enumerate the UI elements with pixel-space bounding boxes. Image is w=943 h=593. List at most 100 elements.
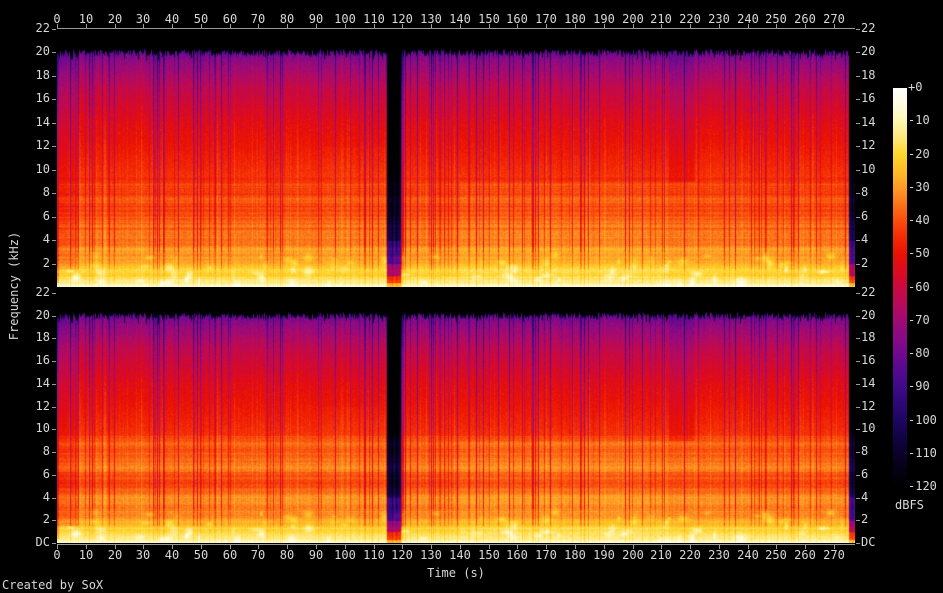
colorbar-tick-label: -10	[908, 113, 930, 127]
freq-tick-right	[856, 452, 860, 453]
colorbar-tick-label: -90	[908, 379, 930, 393]
time-tick-label: 10	[78, 12, 94, 26]
freq-tick-left	[52, 338, 56, 339]
colorbar-tick-label: -120	[908, 479, 937, 493]
freq-tick-right	[856, 76, 860, 77]
time-tick-label: 120	[391, 12, 413, 26]
freq-tick-right	[856, 407, 860, 408]
freq-tick-left	[52, 498, 56, 499]
freq-tick-label: 20	[35, 308, 50, 322]
time-tick-label: 270	[823, 12, 845, 26]
freq-tick-label: 20	[861, 44, 876, 58]
time-tick-label: 190	[593, 548, 615, 562]
time-tick-label: 160	[506, 548, 528, 562]
freq-tick-label: 8	[42, 444, 50, 458]
colorbar-tick-label: -40	[908, 213, 930, 227]
time-tick-label: 60	[222, 12, 238, 26]
freq-tick-right	[856, 240, 860, 241]
freq-tick-left	[52, 99, 56, 100]
colorbar-tick-label: -100	[908, 413, 937, 427]
freq-tick-left	[52, 76, 56, 77]
freq-tick-label: 14	[35, 376, 50, 390]
time-tick-label: 200	[622, 548, 644, 562]
colorbar-tick-label: -70	[908, 313, 930, 327]
freq-tick-left	[52, 407, 56, 408]
freq-tick-label: 18	[35, 68, 50, 82]
freq-tick-label: 10	[35, 162, 50, 176]
time-tick-label: 230	[708, 548, 730, 562]
time-tick-label: 70	[250, 12, 266, 26]
freq-tick-left	[52, 520, 56, 521]
freq-tick-right	[856, 543, 860, 544]
freq-tick-left	[52, 316, 56, 317]
freq-tick-label: 2	[42, 256, 50, 270]
time-tick-label: 160	[506, 12, 528, 26]
spectrogram-channel-0	[57, 29, 855, 287]
time-tick-label: 90	[308, 548, 324, 562]
freq-tick-left	[52, 475, 56, 476]
time-tick-label: 90	[308, 12, 324, 26]
bottom-axis-line	[57, 544, 855, 545]
time-tick-label: 60	[222, 548, 238, 562]
time-tick-label: 30	[135, 548, 151, 562]
freq-tick-left	[52, 193, 56, 194]
time-tick-label: 200	[622, 12, 644, 26]
freq-tick-label: 10	[35, 421, 50, 435]
time-tick-label: 240	[737, 12, 759, 26]
time-tick-label: 130	[420, 12, 442, 26]
freq-tick-right	[856, 99, 860, 100]
freq-tick-label: 4	[42, 490, 50, 504]
time-tick-label: 260	[794, 548, 816, 562]
freq-tick-label: DC	[35, 535, 50, 549]
freq-tick-right	[856, 123, 860, 124]
time-tick-label: 80	[279, 548, 295, 562]
time-tick-label: 210	[650, 548, 672, 562]
freq-tick-left	[52, 264, 56, 265]
time-tick-label: 180	[564, 12, 586, 26]
colorbar-tick-label: +0	[908, 80, 923, 94]
time-tick-label: 250	[765, 548, 787, 562]
time-tick-label: 140	[449, 548, 471, 562]
colorbar-tick-label: -80	[908, 346, 930, 360]
freq-tick-left	[52, 293, 56, 294]
freq-tick-label: 12	[35, 399, 50, 413]
time-tick-label: 170	[535, 548, 557, 562]
freq-tick-right	[856, 293, 860, 294]
colorbar-tick-label: -30	[908, 180, 930, 194]
colorbar	[893, 88, 907, 487]
time-tick-label: 100	[334, 12, 356, 26]
top-axis-line	[57, 28, 855, 29]
freq-tick-label: 20	[35, 44, 50, 58]
freq-tick-right	[856, 384, 860, 385]
freq-tick-label: 22	[35, 285, 50, 299]
freq-tick-right	[856, 217, 860, 218]
freq-tick-right	[856, 475, 860, 476]
freq-tick-label: 8	[42, 185, 50, 199]
colorbar-unit-label: dBFS	[895, 498, 924, 512]
freq-tick-label: 2	[861, 512, 869, 526]
freq-tick-left	[52, 384, 56, 385]
time-tick-label: 140	[449, 12, 471, 26]
time-tick-label: 50	[193, 12, 209, 26]
freq-tick-label: 18	[861, 68, 876, 82]
freq-tick-label: 6	[42, 209, 50, 223]
time-tick-label: 190	[593, 12, 615, 26]
freq-tick-right	[856, 520, 860, 521]
freq-tick-left	[52, 217, 56, 218]
freq-tick-label: 14	[35, 115, 50, 129]
freq-tick-label: 22	[861, 21, 876, 35]
freq-tick-left	[52, 123, 56, 124]
freq-tick-right	[856, 361, 860, 362]
freq-tick-label: 12	[35, 138, 50, 152]
colorbar-tick-label: -50	[908, 246, 930, 260]
time-tick-label: 220	[679, 548, 701, 562]
freq-tick-label: 4	[42, 232, 50, 246]
time-tick-label: 240	[737, 548, 759, 562]
time-tick-label: 150	[478, 12, 500, 26]
freq-tick-left	[52, 29, 56, 30]
freq-tick-label: 22	[35, 21, 50, 35]
time-tick-label: 40	[164, 548, 180, 562]
time-axis-title: Time (s)	[427, 566, 485, 580]
colorbar-tick-label: -110	[908, 446, 937, 460]
time-tick-label: 250	[765, 12, 787, 26]
